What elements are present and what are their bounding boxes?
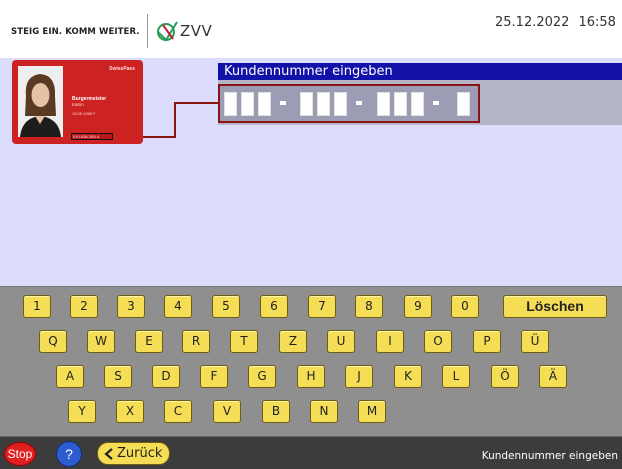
digit-box[interactable] bbox=[334, 92, 347, 116]
separator-dash bbox=[280, 101, 286, 105]
panel-title: Kundennummer eingeben bbox=[218, 63, 622, 80]
brand-separator bbox=[147, 14, 148, 48]
key-e[interactable]: E bbox=[135, 330, 163, 353]
key-h[interactable]: H bbox=[297, 365, 325, 388]
key-o[interactable]: O bbox=[424, 330, 452, 353]
digit-box[interactable] bbox=[258, 92, 271, 116]
key-2[interactable]: 2 bbox=[70, 295, 98, 318]
key-u[interactable]: U bbox=[327, 330, 355, 353]
key-k[interactable]: K bbox=[394, 365, 422, 388]
key-m[interactable]: M bbox=[358, 400, 386, 423]
key-g[interactable]: G bbox=[248, 365, 276, 388]
key-6[interactable]: 6 bbox=[260, 295, 288, 318]
key-l[interactable]: L bbox=[442, 365, 470, 388]
key-n[interactable]: N bbox=[310, 400, 338, 423]
key-q[interactable]: Q bbox=[39, 330, 67, 353]
datetime: 25.12.2022 16:58 bbox=[495, 15, 616, 30]
main-area: SwissPass Burgermeister Katrin 18.06.196… bbox=[0, 58, 622, 286]
digit-box[interactable] bbox=[224, 92, 237, 116]
key-ae[interactable]: Ä bbox=[539, 365, 567, 388]
digit-box[interactable] bbox=[241, 92, 254, 116]
digit-box[interactable] bbox=[457, 92, 470, 116]
key-a[interactable]: A bbox=[56, 365, 84, 388]
chevron-left-icon bbox=[104, 448, 113, 460]
customer-number-input[interactable] bbox=[218, 84, 480, 123]
key-ue[interactable]: Ü bbox=[521, 330, 549, 353]
back-button-label: Zurück bbox=[117, 446, 163, 461]
key-9[interactable]: 9 bbox=[404, 295, 432, 318]
key-7[interactable]: 7 bbox=[308, 295, 336, 318]
card-first-name: Katrin bbox=[72, 102, 84, 107]
digit-box[interactable] bbox=[411, 92, 424, 116]
key-v[interactable]: V bbox=[213, 400, 241, 423]
key-z[interactable]: Z bbox=[279, 330, 307, 353]
key-4[interactable]: 4 bbox=[164, 295, 192, 318]
header: STEIG EIN. KOMM WEITER. ZVV 25.12.2022 16… bbox=[0, 0, 622, 58]
key-f[interactable]: F bbox=[200, 365, 228, 388]
key-i[interactable]: I bbox=[376, 330, 404, 353]
key-p[interactable]: P bbox=[473, 330, 501, 353]
card-photo bbox=[18, 66, 63, 137]
key-s[interactable]: S bbox=[104, 365, 132, 388]
key-x[interactable]: X bbox=[116, 400, 144, 423]
card-brand: SwissPass bbox=[109, 66, 135, 72]
swisspass-card: SwissPass Burgermeister Katrin 18.06.196… bbox=[12, 60, 143, 144]
stop-button[interactable]: Stop bbox=[4, 442, 36, 466]
on-screen-keyboard: 1 2 3 4 5 6 7 8 9 0 Löschen Q W E R T Z … bbox=[0, 286, 622, 436]
digit-box[interactable] bbox=[300, 92, 313, 116]
key-5[interactable]: 5 bbox=[212, 295, 240, 318]
current-date: 25.12.2022 bbox=[495, 15, 570, 30]
digit-box[interactable] bbox=[394, 92, 407, 116]
key-w[interactable]: W bbox=[87, 330, 115, 353]
card-customer-number: 010-836-365-4 bbox=[71, 133, 113, 140]
back-button[interactable]: Zurück bbox=[97, 442, 170, 465]
key-d[interactable]: D bbox=[152, 365, 180, 388]
key-c[interactable]: C bbox=[164, 400, 192, 423]
key-3[interactable]: 3 bbox=[117, 295, 145, 318]
brand-slogan: STEIG EIN. KOMM WEITER. bbox=[11, 27, 140, 37]
key-t[interactable]: T bbox=[230, 330, 258, 353]
key-8[interactable]: 8 bbox=[355, 295, 383, 318]
card-dob: 18.06.1969 F bbox=[72, 111, 96, 116]
key-oe[interactable]: Ö bbox=[491, 365, 519, 388]
key-1[interactable]: 1 bbox=[23, 295, 51, 318]
separator-dash bbox=[433, 101, 439, 105]
zvv-logo-text: ZVV bbox=[180, 22, 213, 40]
key-j[interactable]: J bbox=[345, 365, 373, 388]
key-0[interactable]: 0 bbox=[451, 295, 479, 318]
current-time: 16:58 bbox=[578, 15, 616, 30]
portrait-icon bbox=[18, 66, 63, 137]
zvv-logo-icon bbox=[157, 21, 178, 42]
footer-status: Kundennummer eingeben bbox=[481, 450, 618, 462]
digit-box[interactable] bbox=[317, 92, 330, 116]
key-y[interactable]: Y bbox=[68, 400, 96, 423]
separator-dash bbox=[356, 101, 362, 105]
key-b[interactable]: B bbox=[262, 400, 290, 423]
delete-button[interactable]: Löschen bbox=[503, 295, 607, 318]
key-r[interactable]: R bbox=[182, 330, 210, 353]
digit-box[interactable] bbox=[377, 92, 390, 116]
footer-bar: Stop ? Zurück Kundennummer eingeben bbox=[0, 436, 622, 469]
help-button[interactable]: ? bbox=[56, 441, 82, 467]
